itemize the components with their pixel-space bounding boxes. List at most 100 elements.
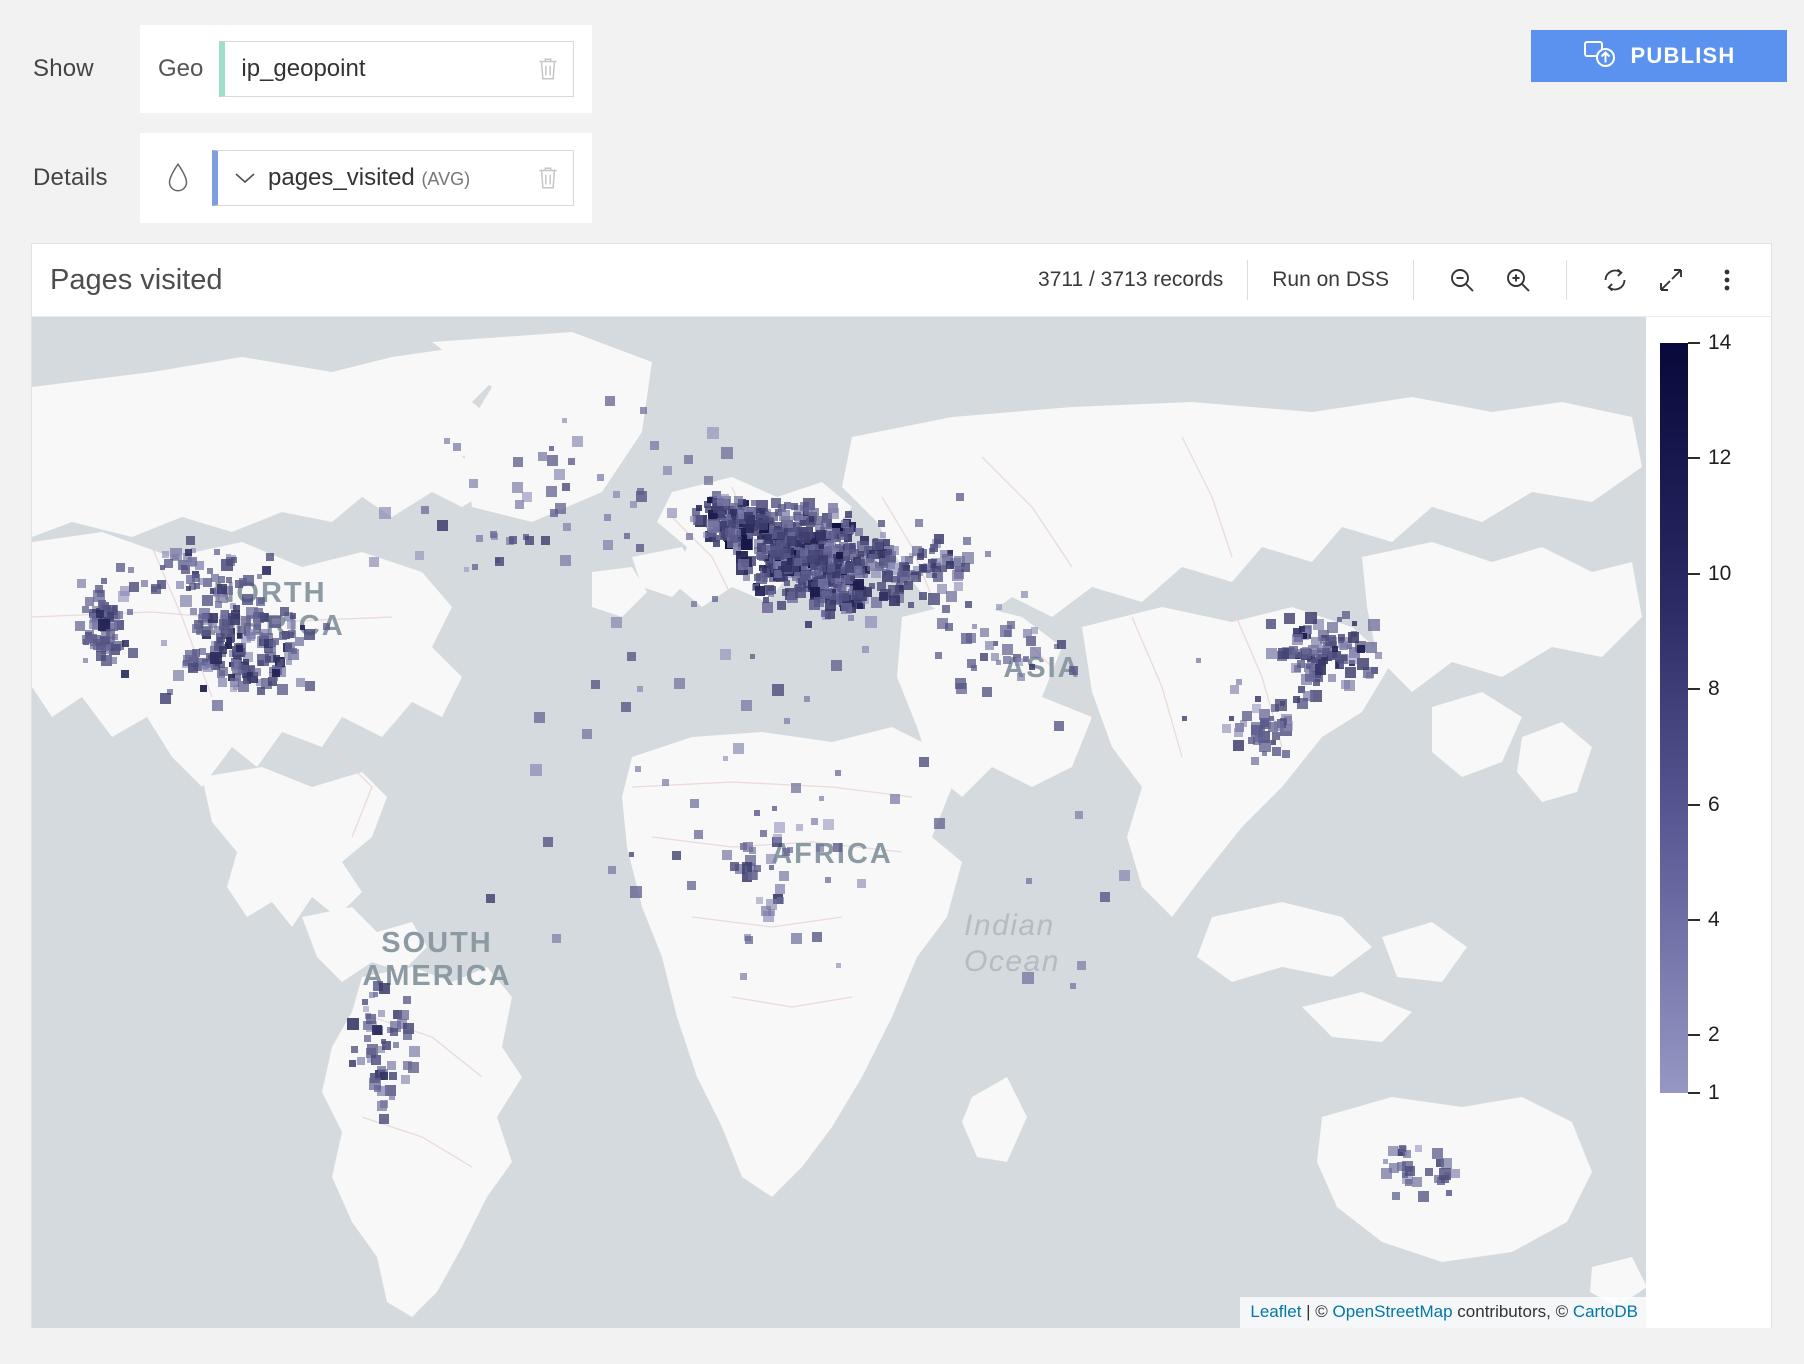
legend-tick-label: 4 bbox=[1708, 908, 1720, 932]
map-data-point bbox=[874, 541, 883, 550]
measure-field-pill[interactable]: pages_visited (AVG) bbox=[212, 150, 574, 206]
map-data-point bbox=[694, 830, 703, 839]
map-data-point bbox=[469, 479, 478, 488]
map-data-point bbox=[741, 700, 752, 711]
map-data-point bbox=[787, 847, 793, 853]
map-data-point bbox=[946, 591, 957, 602]
map-data-point bbox=[662, 779, 669, 786]
leaflet-link[interactable]: Leaflet bbox=[1250, 1302, 1301, 1321]
legend-tick-line bbox=[1688, 457, 1700, 459]
details-drop-zone[interactable]: pages_visited (AVG) bbox=[140, 133, 592, 223]
trash-icon[interactable] bbox=[535, 55, 561, 83]
map-data-point bbox=[572, 436, 583, 447]
map-data-point bbox=[1348, 655, 1357, 664]
refresh-icon[interactable] bbox=[1589, 254, 1641, 306]
map-data-point bbox=[857, 879, 866, 888]
map-data-point bbox=[787, 536, 797, 546]
map-data-point bbox=[794, 572, 800, 578]
zoom-out-icon[interactable] bbox=[1436, 254, 1488, 306]
map-data-point bbox=[779, 510, 790, 521]
map-data-point bbox=[1251, 757, 1259, 765]
map-data-point bbox=[667, 508, 677, 518]
map-data-point bbox=[635, 766, 641, 772]
map-data-point bbox=[1415, 1145, 1422, 1152]
publish-button[interactable]: PUBLISH bbox=[1531, 30, 1787, 82]
openstreetmap-link[interactable]: OpenStreetMap bbox=[1333, 1302, 1453, 1321]
more-options-icon[interactable] bbox=[1701, 254, 1753, 306]
map-data-point bbox=[186, 586, 191, 591]
map-data-point bbox=[399, 1010, 409, 1020]
map-data-point bbox=[1392, 1192, 1400, 1200]
map-data-point bbox=[372, 1025, 382, 1035]
map-data-point bbox=[304, 629, 315, 640]
chart-toolbar: 3711 / 3713 records Run on DSS bbox=[1014, 244, 1755, 316]
legend-tick-line bbox=[1688, 1092, 1700, 1094]
map-data-point bbox=[823, 819, 834, 830]
chart-definition-controls: Show Geo ip_geopoint Details pages_visit… bbox=[0, 0, 1804, 240]
map-data-point bbox=[794, 558, 802, 566]
map-data-point bbox=[582, 729, 592, 739]
map-data-point bbox=[972, 624, 977, 629]
map-data-point bbox=[172, 554, 179, 561]
expand-icon[interactable] bbox=[1645, 254, 1697, 306]
map-data-point bbox=[768, 591, 774, 597]
map-data-point bbox=[180, 595, 192, 607]
map-data-point bbox=[865, 616, 877, 628]
geo-field-name: ip_geopoint bbox=[241, 55, 365, 83]
map-data-point bbox=[871, 568, 881, 578]
map-data-point bbox=[280, 607, 289, 616]
run-on-dss-button[interactable]: Run on DSS bbox=[1248, 268, 1413, 292]
map-data-point bbox=[831, 660, 842, 671]
map-data-point bbox=[603, 540, 613, 550]
map-data-point bbox=[777, 897, 784, 904]
map-data-point bbox=[1278, 648, 1289, 659]
map-data-point bbox=[1412, 1177, 1422, 1187]
map-data-point bbox=[877, 582, 886, 591]
details-row: Details pages_visited (AVG) bbox=[0, 133, 592, 223]
map-data-point bbox=[766, 854, 776, 864]
map-data-point bbox=[188, 663, 198, 673]
map-data-point bbox=[1075, 811, 1083, 819]
map-data-point bbox=[696, 505, 702, 511]
chevron-down-icon[interactable] bbox=[234, 171, 256, 185]
map-data-point bbox=[121, 670, 129, 678]
map-data-point bbox=[1315, 664, 1326, 675]
geo-field-pill[interactable]: ip_geopoint bbox=[219, 41, 574, 97]
map-data-point bbox=[1405, 1166, 1415, 1176]
map-data-point bbox=[919, 564, 927, 572]
map-data-point bbox=[942, 605, 950, 613]
geo-drop-zone[interactable]: Geo ip_geopoint bbox=[140, 25, 592, 113]
map-data-point bbox=[562, 483, 570, 491]
map-data-point bbox=[1021, 591, 1028, 598]
cartodb-link[interactable]: CartoDB bbox=[1573, 1302, 1638, 1321]
map-data-point bbox=[389, 1072, 397, 1080]
trash-icon[interactable] bbox=[535, 164, 561, 192]
map-data-point bbox=[819, 544, 824, 549]
map-data-point bbox=[273, 655, 280, 662]
map-data-point bbox=[369, 557, 379, 567]
map-data-point bbox=[814, 516, 823, 525]
map-data-point bbox=[128, 567, 134, 573]
map-data-point bbox=[190, 608, 197, 615]
map-data-point bbox=[636, 544, 644, 552]
map-data-point bbox=[1266, 619, 1276, 629]
map-data-point bbox=[421, 506, 429, 514]
map-data-point bbox=[605, 396, 615, 406]
map-data-point bbox=[444, 438, 450, 444]
map-data-point bbox=[835, 578, 841, 584]
map-data-point bbox=[1271, 740, 1276, 745]
map-data-point bbox=[630, 886, 642, 898]
zoom-in-icon[interactable] bbox=[1492, 254, 1544, 306]
map-canvas[interactable]: NORTH AMERICA SOUTH AMERICA AFRICA ASIA … bbox=[32, 317, 1648, 1328]
map-data-point bbox=[954, 582, 963, 591]
map-data-point bbox=[162, 551, 169, 558]
map-data-point bbox=[95, 585, 103, 593]
map-data-point bbox=[935, 599, 940, 604]
map-data-point bbox=[110, 657, 117, 664]
map-data-point bbox=[380, 1072, 388, 1080]
map-data-point bbox=[637, 686, 643, 692]
map-data-point bbox=[932, 573, 937, 578]
map-data-point bbox=[956, 493, 964, 501]
map-data-point bbox=[393, 1042, 399, 1048]
map-attribution: Leaflet | © OpenStreetMap contributors, … bbox=[1240, 1297, 1648, 1328]
